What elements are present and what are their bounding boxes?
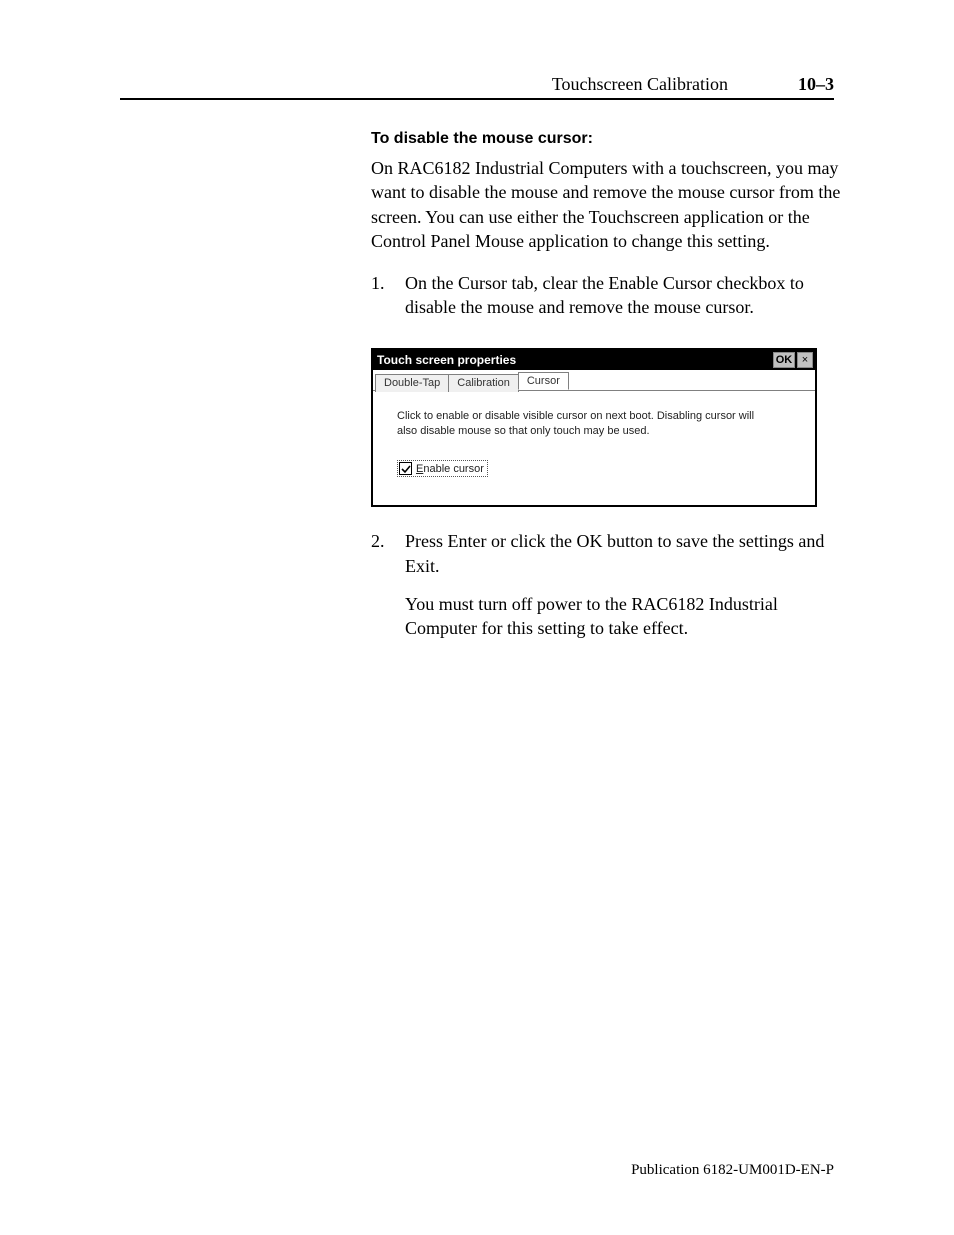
intro-paragraph: On RAC6182 Industrial Computers with a t… — [371, 156, 841, 253]
step-text: On the Cursor tab, clear the Enable Curs… — [405, 271, 841, 320]
footer-publication: Publication 6182-UM001D-EN-P — [631, 1162, 834, 1179]
checkmark-icon — [401, 464, 411, 474]
section-heading: To disable the mouse cursor: — [371, 130, 841, 148]
ok-button[interactable]: OK — [773, 352, 795, 368]
step-number: 1. — [371, 271, 405, 334]
tab-description: Click to enable or disable visible curso… — [397, 409, 757, 439]
header-title: Touchscreen Calibration — [552, 74, 728, 95]
dialog-titlebar: Touch screen properties OK × — [373, 350, 815, 370]
step-text: Press Enter or click the OK button to sa… — [405, 529, 841, 578]
tab-strip: Double-Tap Calibration Cursor — [373, 372, 815, 391]
close-button[interactable]: × — [797, 352, 813, 368]
tab-cursor[interactable]: Cursor — [518, 372, 569, 390]
enable-cursor-checkbox-row[interactable]: Enable cursor — [397, 460, 488, 477]
enable-cursor-checkbox[interactable] — [399, 462, 412, 475]
header-page-number: 10–3 — [798, 74, 834, 95]
tab-calibration[interactable]: Calibration — [448, 374, 519, 392]
tab-double-tap[interactable]: Double-Tap — [375, 374, 449, 392]
touch-screen-properties-dialog: Touch screen properties OK × Double-Tap … — [371, 348, 817, 508]
step-number: 2. — [371, 529, 405, 654]
enable-cursor-label: Enable cursor — [416, 463, 484, 475]
header-rule — [120, 98, 834, 100]
dialog-title-text: Touch screen properties — [375, 353, 773, 367]
step-text-followup: You must turn off power to the RAC6182 I… — [405, 592, 841, 641]
